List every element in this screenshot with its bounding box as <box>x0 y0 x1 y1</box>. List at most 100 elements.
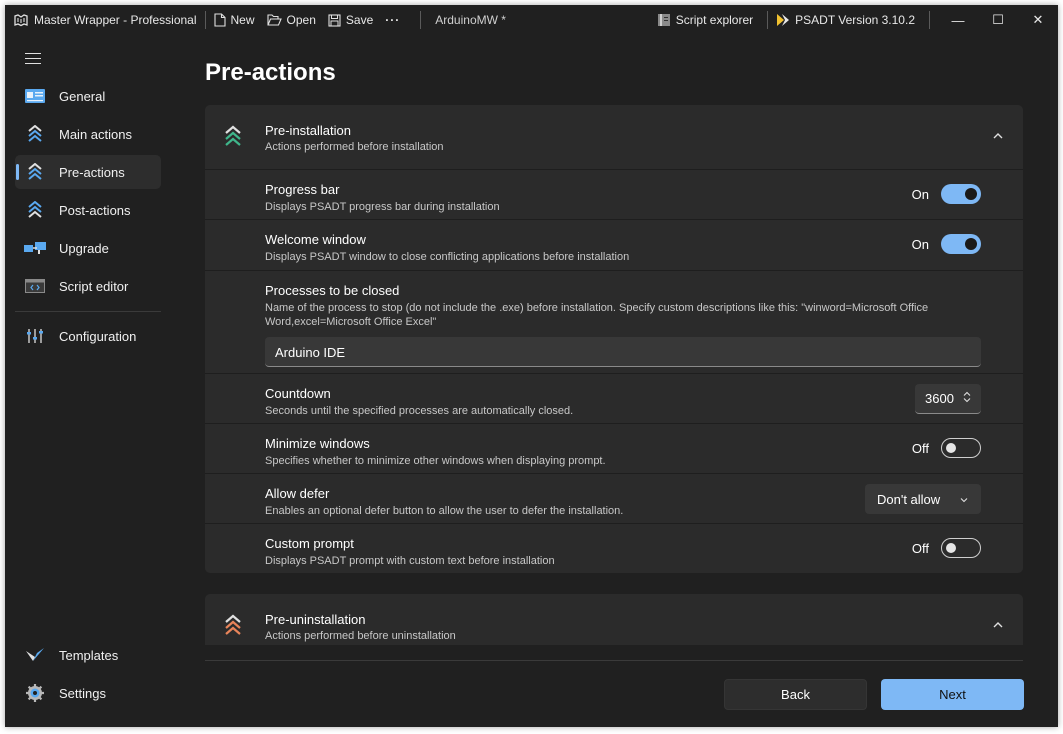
setting-row-minimize-windows: Minimize windows Specifies whether to mi… <box>205 423 1023 473</box>
setting-description: Displays PSADT progress bar during insta… <box>265 201 500 213</box>
section-subtitle: Actions performed before uninstallation <box>265 630 456 642</box>
pre-installation-header[interactable]: Pre-installation Actions performed befor… <box>205 105 1023 169</box>
open-button[interactable]: Open <box>266 13 316 27</box>
setting-title: Allow defer <box>265 486 330 501</box>
more-button[interactable]: ··· <box>385 13 400 27</box>
sidebar-item-label: Configuration <box>59 328 137 344</box>
upgrade-icon <box>24 239 46 257</box>
section-title: Pre-installation <box>265 123 351 138</box>
sidebar-item-pre-actions[interactable]: Pre-actions <box>15 155 161 189</box>
active-indicator <box>16 164 19 180</box>
page-title: Pre-actions <box>205 59 336 86</box>
sidebar-item-templates[interactable]: Templates <box>15 638 161 672</box>
sidebar-item-label: Templates <box>59 647 119 663</box>
allow-defer-dropdown[interactable]: Don't allow <box>865 484 981 514</box>
templates-icon <box>24 646 46 664</box>
sidebar-item-main-actions[interactable]: Main actions <box>15 117 161 151</box>
settings-scroll-area[interactable]: Pre-installation Actions performed befor… <box>205 105 1023 645</box>
progress-bar-toggle[interactable] <box>941 184 981 204</box>
app-name: Master Wrapper - Professional <box>34 13 197 27</box>
sidebar-item-post-actions[interactable]: Post-actions <box>15 193 161 227</box>
setting-title: Progress bar <box>265 182 340 197</box>
sidebar-item-label: Upgrade <box>59 240 109 256</box>
toggle-state-label: Off <box>911 540 929 556</box>
sliders-icon <box>24 327 46 345</box>
sidebar-item-settings[interactable]: Settings <box>15 676 161 710</box>
pre-uninstallation-header[interactable]: Pre-uninstallation Actions performed bef… <box>205 594 1023 645</box>
chevrons-up-icon <box>24 201 46 219</box>
sidebar: General Main actions Pre-actions Post-ac… <box>5 35 165 727</box>
setting-row-countdown: Countdown Seconds until the specified pr… <box>205 373 1023 423</box>
chevron-down-icon <box>959 492 969 507</box>
gear-icon <box>24 684 46 702</box>
section-subtitle: Actions performed before installation <box>265 141 444 153</box>
sidebar-item-label: Settings <box>59 685 106 701</box>
sidebar-item-general[interactable]: General <box>15 79 161 113</box>
general-icon <box>24 87 46 105</box>
dropdown-value: Don't allow <box>877 491 941 507</box>
open-label: Open <box>286 13 316 27</box>
title-bar: Master Wrapper - Professional New Open S… <box>5 5 1058 35</box>
app-window: Master Wrapper - Professional New Open S… <box>5 5 1058 727</box>
save-button[interactable]: Save <box>328 13 373 27</box>
hamburger-menu-icon[interactable] <box>25 53 41 68</box>
maximize-button[interactable]: ☐ <box>978 5 1018 35</box>
titlebar-separator <box>929 11 930 29</box>
titlebar-separator <box>204 11 206 29</box>
script-explorer-button[interactable]: Script explorer <box>657 13 753 27</box>
spinner-arrows-icon[interactable] <box>963 391 971 406</box>
pre-uninstallation-icon <box>224 614 244 638</box>
setting-row-welcome-window: Welcome window Displays PSADT window to … <box>205 219 1023 270</box>
processes-input[interactable]: Arduino IDE <box>265 337 981 367</box>
titlebar-separator <box>767 11 769 29</box>
setting-row-processes: Processes to be closed Name of the proce… <box>205 270 1023 373</box>
toggle-state-label: On <box>911 236 929 252</box>
countdown-number-box[interactable]: 3600 <box>915 384 981 414</box>
app-title: Master Wrapper - Professional <box>13 5 197 35</box>
setting-row-allow-defer: Allow defer Enables an optional defer bu… <box>205 473 1023 523</box>
footer-divider <box>205 660 1023 661</box>
save-label: Save <box>345 13 374 27</box>
chevron-up-icon[interactable] <box>991 129 1005 143</box>
psadt-logo-icon <box>776 13 790 27</box>
save-icon <box>328 13 341 27</box>
next-button[interactable]: Next <box>881 679 1024 710</box>
setting-description: Displays PSADT window to close conflicti… <box>265 251 630 263</box>
setting-description: Specifies whether to minimize other wind… <box>265 455 606 467</box>
minimize-button[interactable]: — <box>938 5 978 35</box>
custom-prompt-toggle[interactable] <box>941 538 981 558</box>
minimize-windows-toggle[interactable] <box>941 438 981 458</box>
sidebar-item-label: Post-actions <box>59 202 131 218</box>
pre-installation-icon <box>224 125 244 149</box>
welcome-window-toggle[interactable] <box>941 234 981 254</box>
back-button[interactable]: Back <box>724 679 867 710</box>
psadt-version-label: PSADT Version 3.10.2 <box>795 13 915 27</box>
psadt-version-button[interactable]: PSADT Version 3.10.2 <box>776 13 915 27</box>
script-explorer-label: Script explorer <box>675 13 754 27</box>
sidebar-item-label: General <box>59 88 106 104</box>
sidebar-item-script-editor[interactable]: Script editor <box>15 269 161 303</box>
new-label: New <box>230 13 255 27</box>
new-button[interactable]: New <box>213 13 255 27</box>
chevron-up-icon[interactable] <box>991 618 1005 632</box>
sidebar-item-upgrade[interactable]: Upgrade <box>15 231 161 265</box>
toggle-state-label: Off <box>911 440 929 456</box>
script-explorer-icon <box>657 13 671 27</box>
titlebar-separator <box>420 11 422 29</box>
setting-title: Welcome window <box>265 232 366 247</box>
project-name: ArduinoMW * <box>435 13 506 27</box>
section-title: Pre-uninstallation <box>265 612 366 627</box>
code-icon <box>24 277 46 295</box>
countdown-value: 3600 <box>925 391 954 406</box>
folder-open-icon <box>266 14 282 26</box>
close-button[interactable]: ✕ <box>1018 5 1058 35</box>
setting-title: Countdown <box>265 386 331 401</box>
setting-row-progress-bar: Progress bar Displays PSADT progress bar… <box>205 169 1023 219</box>
setting-row-custom-prompt: Custom prompt Displays PSADT prompt with… <box>205 523 1023 573</box>
app-logo-icon <box>13 13 29 27</box>
sidebar-item-label: Script editor <box>59 278 129 294</box>
sidebar-item-configuration[interactable]: Configuration <box>15 319 161 353</box>
chevrons-up-icon <box>24 163 46 181</box>
sidebar-item-label: Pre-actions <box>59 164 125 180</box>
setting-title: Processes to be closed <box>265 283 400 298</box>
